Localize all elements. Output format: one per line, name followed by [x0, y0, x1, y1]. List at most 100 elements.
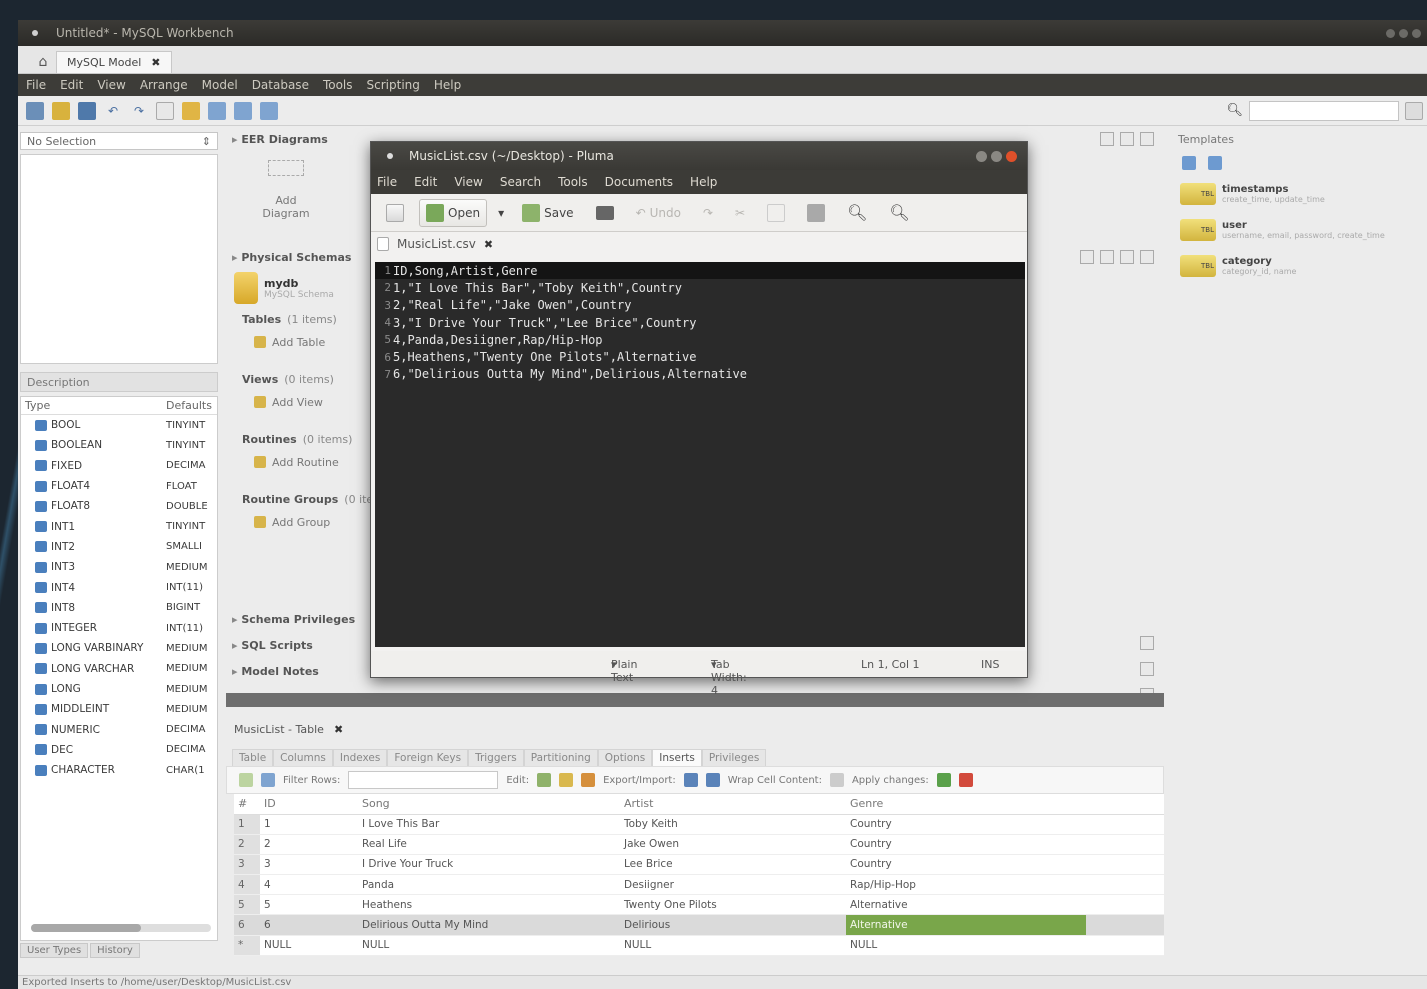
large-icons-icon[interactable]: [1100, 132, 1114, 146]
cell-genre[interactable]: Country: [846, 814, 1086, 835]
language-selector[interactable]: Plain Text ▾: [611, 658, 637, 684]
redo-icon[interactable]: ↷: [130, 102, 148, 120]
menu-tools[interactable]: Tools: [323, 78, 353, 92]
minimize-button[interactable]: [976, 150, 987, 162]
type-row[interactable]: LONG VARBINARY MEDIUM: [21, 638, 217, 658]
col-header-song[interactable]: Song: [358, 794, 620, 815]
type-row[interactable]: NUMERIC DECIMA: [21, 719, 217, 739]
copy-button[interactable]: [760, 199, 792, 227]
export-icon[interactable]: [683, 773, 698, 787]
table-row[interactable]: 6 6 Delirious Outta My Mind Delirious Altern…: [234, 914, 1164, 936]
type-row[interactable]: DEC DECIMA: [21, 740, 217, 760]
open-button[interactable]: Open: [419, 198, 488, 227]
type-row[interactable]: BOOLEAN TINYINT: [21, 435, 217, 455]
subtab-indexes[interactable]: Indexes: [332, 749, 388, 766]
cell-artist[interactable]: Toby Keith: [620, 814, 846, 835]
redo-button[interactable]: ↷: [696, 199, 720, 227]
tab-width-selector[interactable]: Tab Width: 4 ▾: [711, 658, 747, 697]
print-button[interactable]: [589, 199, 621, 227]
type-row[interactable]: INT2 SMALLI: [21, 537, 217, 557]
search-input[interactable]: [1249, 100, 1399, 121]
cell-id[interactable]: 2: [260, 834, 358, 855]
type-row[interactable]: LONG MEDIUM: [21, 679, 217, 699]
menu-model[interactable]: Model: [202, 78, 238, 92]
minimize-button[interactable]: [1386, 28, 1395, 38]
col-header-artist[interactable]: Artist: [620, 794, 846, 815]
list-view-icon[interactable]: [1080, 250, 1094, 264]
list-view-icon[interactable]: [1140, 132, 1154, 146]
maximize-button[interactable]: [991, 150, 1002, 162]
col-header-id[interactable]: ID: [260, 794, 358, 815]
subtab-table[interactable]: Table: [232, 749, 274, 766]
row-number[interactable]: 1: [234, 814, 260, 835]
row-number[interactable]: 6: [234, 914, 260, 936]
edit-template-icon[interactable]: [1208, 156, 1222, 170]
menu-view[interactable]: View: [454, 175, 482, 189]
cell-song[interactable]: I Love This Bar: [358, 814, 620, 835]
cell-id[interactable]: 1: [260, 814, 358, 835]
type-row[interactable]: INT8 BIGINT: [21, 598, 217, 618]
add-schema-icon[interactable]: [1120, 250, 1134, 264]
table-row[interactable]: 33I Drive Your Truck Lee Brice Country: [234, 854, 1164, 876]
cell-artist[interactable]: NULL: [620, 935, 846, 956]
cell-artist[interactable]: Lee Brice: [620, 854, 846, 876]
small-icons-icon[interactable]: [1120, 132, 1134, 146]
refresh-icon[interactable]: [261, 773, 275, 787]
close-tab-icon[interactable]: ✖: [151, 56, 160, 69]
type-row[interactable]: INT4 INT(11): [21, 577, 217, 597]
subtab-inserts[interactable]: Inserts: [652, 749, 702, 766]
menu-edit[interactable]: Edit: [60, 78, 83, 92]
cell-id[interactable]: 6: [260, 914, 358, 936]
tab-history[interactable]: History: [90, 943, 140, 958]
row-number[interactable]: 3: [234, 854, 260, 876]
scrollbar-thumb[interactable]: [31, 924, 141, 932]
template-item[interactable]: TBL timestamps create_time, update_time: [1174, 176, 1427, 212]
cell-song[interactable]: I Drive Your Truck: [358, 854, 620, 876]
menu-documents[interactable]: Documents: [605, 175, 673, 189]
tab-mysql-model[interactable]: MySQL Model ✖: [56, 51, 172, 73]
save-button[interactable]: Save: [515, 199, 580, 227]
recent-files-dropdown[interactable]: ▾: [495, 199, 507, 227]
editor-line[interactable]: 7 6,"Delirious Outta My Mind",Delirious,A…: [375, 366, 1025, 383]
editor-line[interactable]: 1 ID,Song,Artist,Genre: [375, 262, 1025, 280]
toggle-sidebar-icon[interactable]: [1405, 101, 1423, 120]
subtab-options[interactable]: Options: [597, 749, 653, 766]
add-table-icon[interactable]: [208, 101, 226, 120]
cell-artist[interactable]: Desiigner: [620, 874, 846, 896]
grid-view-icon[interactable]: [239, 773, 253, 787]
menu-search[interactable]: Search: [500, 175, 541, 189]
revert-icon[interactable]: [958, 773, 973, 787]
menu-file[interactable]: File: [26, 78, 46, 92]
horizontal-scrollbar[interactable]: [31, 924, 211, 932]
type-row[interactable]: LONG VARCHAR MEDIUM: [21, 659, 217, 679]
cell-genre[interactable]: Alternative: [846, 914, 1086, 936]
type-row[interactable]: INTEGER INT(11): [21, 618, 217, 638]
type-row[interactable]: CHARACTER CHAR(1: [21, 760, 217, 780]
table-row[interactable]: 5 5 Heathens Twenty One Pilots Alternative: [234, 894, 1164, 916]
template-item[interactable]: TBL category category_id, name: [1174, 248, 1427, 284]
add-diagram-item[interactable]: Add Diagram: [250, 160, 322, 220]
text-editor-area[interactable]: 1 ID,Song,Artist,Genre 2 1,"I Love This Bar…: [375, 262, 1025, 647]
apply-icon[interactable]: [936, 773, 951, 787]
cell-artist[interactable]: Delirious: [620, 914, 846, 936]
window-menu-dot[interactable]: [387, 153, 393, 159]
menu-arrange[interactable]: Arrange: [140, 78, 188, 92]
cell-song[interactable]: Panda: [358, 874, 620, 896]
type-row[interactable]: INT1 TINYINT: [21, 516, 217, 536]
insert-row-icon[interactable]: [559, 773, 574, 787]
cell-genre[interactable]: NULL: [846, 935, 1086, 956]
subtab-privileges[interactable]: Privileges: [701, 749, 767, 766]
table-editor-tab[interactable]: MusicList - Table ✖: [226, 718, 1164, 740]
cell-song[interactable]: Real Life: [358, 834, 620, 855]
cell-artist[interactable]: Twenty One Pilots: [620, 894, 846, 916]
row-number[interactable]: 4: [234, 874, 260, 896]
close-button[interactable]: [1006, 150, 1017, 162]
close-button[interactable]: [1412, 28, 1421, 38]
menu-tools[interactable]: Tools: [558, 175, 588, 189]
subtab-foreign-keys[interactable]: Foreign Keys: [387, 749, 469, 766]
menu-database[interactable]: Database: [252, 78, 309, 92]
add-view-icon[interactable]: [234, 101, 252, 120]
subtab-partitioning[interactable]: Partitioning: [523, 749, 598, 766]
selection-dropdown[interactable]: No Selection ⇕: [20, 132, 218, 150]
type-row[interactable]: BOOL TINYINT: [21, 415, 217, 435]
